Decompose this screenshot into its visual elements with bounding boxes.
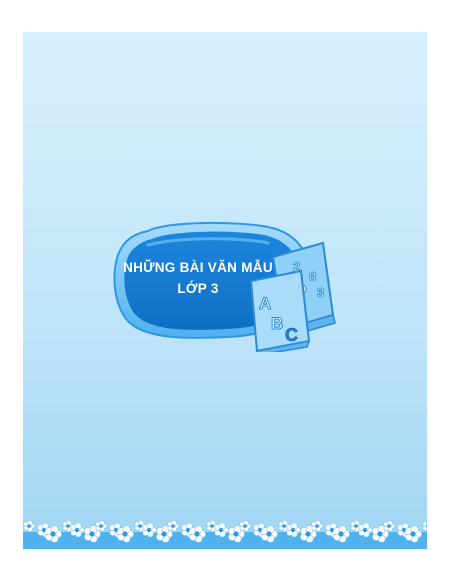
book-char-3: 3 (317, 285, 324, 300)
book-char-8: 8 (309, 269, 316, 284)
flower-border (23, 520, 427, 549)
book-char-b: B (271, 314, 283, 333)
title-badge: NHỮNG BÀI VĂN MẪU LỚP 3 2 8 3 A B C (108, 215, 340, 355)
cover-page: NHỮNG BÀI VĂN MẪU LỚP 3 2 8 3 A B C (23, 32, 427, 549)
flower-icon (311, 520, 324, 532)
flower-icon (383, 520, 396, 532)
flower-icon (422, 520, 427, 532)
book-char-c: C (285, 325, 298, 345)
flower-icon (95, 520, 108, 532)
book-char-a: A (259, 294, 271, 313)
front-book: A B C (249, 269, 311, 352)
flower-icon (23, 520, 36, 532)
flower-icon (167, 520, 180, 532)
flower-icon (239, 520, 252, 532)
books-illustration: 2 8 3 A B C (249, 241, 336, 352)
